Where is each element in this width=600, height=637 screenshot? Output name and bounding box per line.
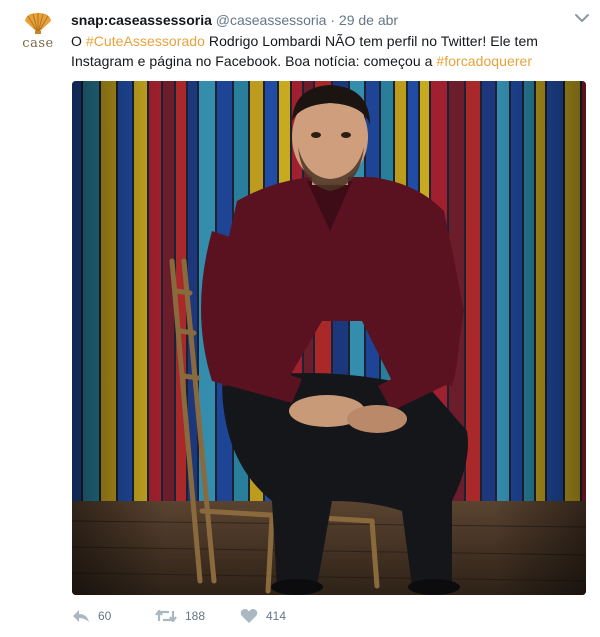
tweet-text-prefix: O — [71, 33, 86, 49]
tweet-header: snap:caseassessoria @caseassessoria · 29… — [71, 11, 551, 29]
separator-dot: · — [330, 12, 336, 28]
retweet-button[interactable]: 188 — [155, 606, 205, 626]
like-button[interactable]: 414 — [240, 606, 286, 626]
scallop-shell-logo — [25, 13, 51, 34]
retweet-count: 188 — [185, 609, 206, 623]
user-handle[interactable]: @caseassessoria — [216, 12, 327, 28]
retweet-icon — [155, 609, 177, 623]
timestamp[interactable]: 29 de abr — [339, 12, 398, 28]
avatar-brand-text: case — [22, 36, 54, 51]
reply-icon — [73, 610, 89, 622]
like-count: 414 — [266, 609, 287, 623]
reply-button[interactable]: 60 — [72, 606, 111, 626]
display-name[interactable]: snap:caseassessoria — [71, 12, 212, 28]
avatar[interactable]: case — [16, 12, 60, 56]
photo-illustration — [72, 81, 586, 595]
reply-count: 60 — [98, 609, 112, 623]
chevron-down-icon[interactable] — [574, 12, 590, 24]
hashtag-link[interactable]: #forcadoquerer — [436, 53, 532, 69]
heart-icon — [240, 609, 258, 623]
hashtag-link[interactable]: #CuteAssessorado — [86, 33, 205, 49]
tweet-actions: 60 188 414 — [72, 606, 392, 626]
tweet-photo[interactable] — [72, 81, 586, 595]
tweet-text: O #CuteAssessorado Rodrigo Lombardi NÃO … — [71, 31, 583, 71]
